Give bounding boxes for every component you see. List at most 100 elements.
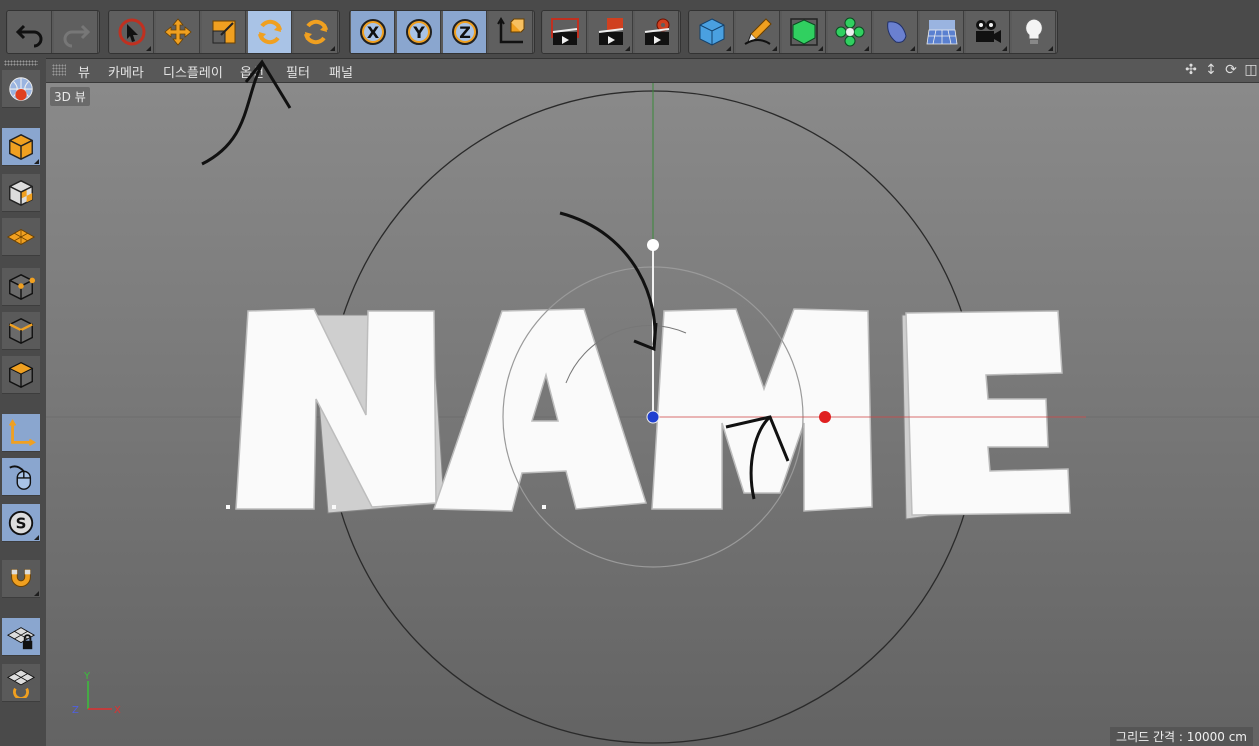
undo-icon [15, 24, 42, 48]
redo-icon [63, 24, 90, 48]
locked-workplane-button[interactable] [2, 618, 40, 656]
undo-redo-group [6, 10, 100, 54]
floor-icon [926, 20, 957, 45]
live-selection-button[interactable] [110, 11, 154, 53]
axis-icon [8, 418, 36, 446]
edges-mode-button[interactable] [2, 312, 40, 350]
snap-enable-button[interactable] [2, 560, 40, 598]
orbit-view-icon[interactable]: ⟳ [1223, 62, 1239, 78]
render-view-icon [550, 18, 579, 45]
gizmo-center-handle [646, 410, 660, 424]
cube-icon [699, 18, 724, 46]
toggle-layout-icon[interactable]: ◫ [1243, 62, 1259, 78]
move-arrows-icon [163, 18, 192, 46]
axis-triad: Y X Z [72, 671, 121, 716]
svg-text:S: S [16, 514, 27, 532]
model-mode-button[interactable] [2, 128, 40, 166]
edges-cube-icon [9, 317, 33, 344]
add-cloner-button[interactable] [828, 11, 872, 53]
svg-text:X: X [114, 705, 121, 716]
add-floor-button[interactable] [920, 11, 964, 53]
render-to-picture-viewer-button[interactable] [589, 11, 633, 53]
mode-palette: S [0, 58, 47, 746]
globe-edit-icon [9, 76, 33, 101]
viewport-nav-icons: ✣ ↕ ⟳ ◫ [1183, 62, 1259, 78]
planar-workplane-button[interactable] [2, 664, 40, 702]
picture-viewer-icon [598, 18, 623, 45]
coordinate-system-button[interactable] [489, 11, 533, 53]
z-axis-lock-button[interactable]: Z [443, 11, 487, 53]
x-axis-lock-button[interactable]: X [351, 11, 395, 53]
menu-view[interactable]: 뷰 [78, 62, 90, 81]
workplane-rotate-icon [6, 668, 36, 698]
x-axis-icon: X [359, 19, 386, 45]
undo-button[interactable] [8, 11, 52, 53]
points-cube-icon [9, 273, 36, 300]
solo-s-icon: S [8, 510, 34, 535]
add-deformer-button[interactable] [874, 11, 918, 53]
axis-mode-button[interactable] [2, 414, 40, 452]
render-group [541, 10, 681, 54]
palette-grip[interactable] [4, 60, 38, 66]
svg-text:Z: Z [72, 705, 79, 716]
pan-view-icon[interactable]: ✣ [1183, 62, 1199, 78]
menu-options[interactable]: 옵션 [240, 62, 264, 81]
solo-button[interactable]: S [2, 504, 40, 542]
render-settings-gear-icon [644, 18, 669, 45]
selection-cursor-icon [118, 18, 145, 46]
scale-tool-button[interactable] [202, 11, 246, 53]
add-spline-pen-button[interactable] [736, 11, 780, 53]
polygons-cube-icon [8, 361, 34, 388]
3d-viewport[interactable]: Y X Z 3D 뷰 그리드 간격 : 10000 cm [46, 83, 1259, 746]
polygons-mode-button[interactable] [2, 356, 40, 394]
rotate-tool-button[interactable] [248, 11, 292, 53]
workplane-grid-icon [6, 228, 36, 245]
svg-text:Y: Y [83, 671, 91, 682]
redo-button[interactable] [54, 11, 98, 53]
gizmo-x-handle [819, 411, 831, 423]
menu-display[interactable]: 디스플레이 [163, 62, 223, 81]
menu-camera[interactable]: 카메라 [108, 62, 144, 81]
transform-tools-group [108, 10, 340, 54]
pen-icon [743, 18, 772, 45]
mouse-icon [9, 464, 32, 490]
model-cube-icon [9, 133, 33, 160]
camera-icon [975, 20, 1001, 43]
cloner-icon [835, 17, 864, 47]
add-light-button[interactable] [1012, 11, 1056, 53]
svg-text:Y: Y [412, 23, 425, 42]
menu-filter[interactable]: 필터 [286, 62, 310, 81]
z-axis-icon: Z [451, 19, 478, 45]
move-tool-button[interactable] [156, 11, 200, 53]
render-settings-button[interactable] [635, 11, 679, 53]
grid-spacing-label: 그리드 간격 : 10000 cm [1110, 727, 1253, 746]
viewport-menubar: 뷰 카메라 디스플레이 옵션 필터 패널 ✣ ↕ ⟳ ◫ [46, 59, 1259, 83]
object-create-group [688, 10, 1058, 54]
tweak-mode-button[interactable] [2, 458, 40, 496]
rotate-recent-icon [303, 19, 328, 45]
y-axis-icon: Y [405, 19, 432, 45]
svg-text:Z: Z [459, 23, 471, 42]
add-camera-button[interactable] [966, 11, 1010, 53]
magnet-icon [11, 568, 31, 587]
scale-icon [212, 20, 235, 44]
y-axis-lock-button[interactable]: Y [397, 11, 441, 53]
light-bulb-icon [1024, 18, 1043, 44]
rotate-icon [257, 19, 282, 45]
recent-tool-button[interactable] [294, 11, 338, 53]
checker-cube-icon [9, 179, 33, 206]
texture-mode-button[interactable] [2, 174, 40, 212]
main-toolbar: X Y Z [0, 0, 1259, 59]
workplane-lock-icon [6, 626, 36, 649]
zoom-view-icon[interactable]: ↕ [1203, 62, 1219, 78]
viewport-title: 3D 뷰 [50, 87, 90, 106]
make-editable-button[interactable] [2, 70, 40, 108]
render-view-button[interactable] [543, 11, 587, 53]
menu-panel[interactable]: 패널 [329, 62, 353, 81]
points-mode-button[interactable] [2, 268, 40, 306]
add-subdivision-surface-button[interactable] [782, 11, 826, 53]
svg-text:X: X [366, 23, 379, 42]
add-cube-button[interactable] [690, 11, 734, 53]
workplane-mode-button[interactable] [2, 218, 40, 256]
menubar-grip[interactable] [52, 64, 66, 76]
